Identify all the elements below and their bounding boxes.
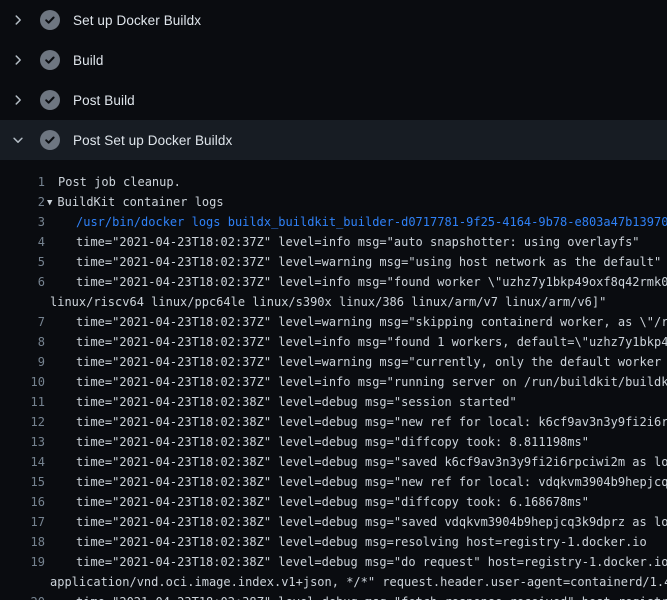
line-number[interactable]: 5 — [0, 252, 45, 272]
step-header-post-set-up-docker-buildx[interactable]: Post Set up Docker Buildx — [0, 120, 667, 160]
log-line-continuation: application/vnd.oci.image.index.v1+json,… — [0, 572, 667, 592]
step-label: Build — [73, 53, 104, 68]
log-line: 11 time="2021-04-23T18:02:38Z" level=debu… — [0, 392, 667, 412]
log-text: time="2021-04-23T18:02:38Z" level=debug … — [76, 592, 667, 600]
log-line: 14 time="2021-04-23T18:02:38Z" level=debu… — [0, 452, 667, 472]
log-text: time="2021-04-23T18:02:37Z" level=info m… — [76, 372, 667, 392]
chevron-right-icon — [10, 52, 26, 68]
line-number[interactable]: 4 — [0, 232, 45, 252]
log-line: 13 time="2021-04-23T18:02:38Z" level=debu… — [0, 432, 667, 452]
log-line: 4 time="2021-04-23T18:02:37Z" level=info … — [0, 232, 667, 252]
line-number[interactable]: 18 — [0, 532, 45, 552]
line-number[interactable]: 17 — [0, 512, 45, 532]
log-line: 2▼BuildKit container logs — [0, 192, 667, 212]
log-line: 12 time="2021-04-23T18:02:38Z" level=debu… — [0, 412, 667, 432]
step-header-set-up-docker-buildx[interactable]: Set up Docker Buildx — [0, 0, 667, 40]
line-number[interactable]: 16 — [0, 492, 45, 512]
step-label: Set up Docker Buildx — [73, 13, 201, 28]
log-line: 1 Post job cleanup. — [0, 172, 667, 192]
log-text: Post job cleanup. — [58, 172, 181, 192]
log-text: time="2021-04-23T18:02:38Z" level=debug … — [76, 412, 667, 432]
check-circle-icon — [40, 90, 60, 110]
line-number — [0, 292, 45, 312]
log-line: 9 time="2021-04-23T18:02:37Z" level=warni… — [0, 352, 667, 372]
line-number[interactable]: 10 — [0, 372, 45, 392]
log-line: 15 time="2021-04-23T18:02:38Z" level=debu… — [0, 472, 667, 492]
line-number[interactable]: 14 — [0, 452, 45, 472]
line-number[interactable]: 2 — [0, 192, 45, 212]
log-line: 8 time="2021-04-23T18:02:37Z" level=info … — [0, 332, 667, 352]
chevron-right-icon — [10, 12, 26, 28]
group-toggle-icon[interactable]: ▼ — [47, 193, 52, 213]
log-text: linux/riscv64 linux/ppc64le linux/s390x … — [50, 292, 606, 312]
check-circle-icon — [40, 130, 60, 150]
log-text: time="2021-04-23T18:02:37Z" level=info m… — [76, 272, 667, 292]
log-line: 3/usr/bin/docker logs buildx_buildkit_bu… — [0, 212, 667, 232]
step-header-build[interactable]: Build — [0, 40, 667, 80]
log-text: time="2021-04-23T18:02:37Z" level=warnin… — [76, 352, 667, 372]
log-line-continuation: linux/riscv64 linux/ppc64le linux/s390x … — [0, 292, 667, 312]
log-line: 7 time="2021-04-23T18:02:37Z" level=warni… — [0, 312, 667, 332]
log-line: 17 time="2021-04-23T18:02:38Z" level=debu… — [0, 512, 667, 532]
line-number[interactable]: 11 — [0, 392, 45, 412]
log-text: time="2021-04-23T18:02:38Z" level=debug … — [76, 512, 667, 532]
log-text: time="2021-04-23T18:02:38Z" level=debug … — [76, 552, 667, 572]
log-text: time="2021-04-23T18:02:37Z" level=warnin… — [76, 252, 661, 272]
log-area: 1Post job cleanup.2▼BuildKit container l… — [0, 160, 667, 600]
line-number[interactable]: 12 — [0, 412, 45, 432]
log-text: time="2021-04-23T18:02:38Z" level=debug … — [76, 532, 647, 552]
line-number[interactable]: 19 — [0, 552, 45, 572]
actions-log-viewer: Set up Docker Buildx Build Post Build Post … — [0, 0, 667, 600]
line-number — [0, 572, 45, 592]
log-text: time="2021-04-23T18:02:38Z" level=debug … — [76, 392, 517, 412]
log-line: 10 time="2021-04-23T18:02:37Z" level=info… — [0, 372, 667, 392]
log-text[interactable]: ▼BuildKit container logs — [47, 192, 224, 212]
line-number[interactable]: 8 — [0, 332, 45, 352]
line-number[interactable]: 3 — [0, 212, 45, 232]
log-text: time="2021-04-23T18:02:38Z" level=debug … — [76, 492, 589, 512]
log-line: 20 time="2021-04-23T18:02:38Z" level=debu… — [0, 592, 667, 600]
chevron-right-icon — [10, 92, 26, 108]
log-text: time="2021-04-23T18:02:37Z" level=warnin… — [76, 312, 667, 332]
log-text: time="2021-04-23T18:02:38Z" level=debug … — [76, 432, 589, 452]
line-number[interactable]: 1 — [0, 172, 45, 192]
log-line: 19 time="2021-04-23T18:02:38Z" level=debu… — [0, 552, 667, 572]
line-number[interactable]: 7 — [0, 312, 45, 332]
log-line: 6 time="2021-04-23T18:02:37Z" level=info … — [0, 272, 667, 292]
log-text: application/vnd.oci.image.index.v1+json,… — [50, 572, 667, 592]
line-number[interactable]: 15 — [0, 472, 45, 492]
log-text: time="2021-04-23T18:02:37Z" level=info m… — [76, 232, 640, 252]
line-number[interactable]: 6 — [0, 272, 45, 292]
log-text: time="2021-04-23T18:02:38Z" level=debug … — [76, 452, 667, 472]
steps-list: Set up Docker Buildx Build Post Build Post … — [0, 0, 667, 160]
log-text: time="2021-04-23T18:02:38Z" level=debug … — [76, 472, 667, 492]
step-header-post-build[interactable]: Post Build — [0, 80, 667, 120]
step-label: Post Build — [73, 93, 135, 108]
log-line: 5 time="2021-04-23T18:02:37Z" level=warni… — [0, 252, 667, 272]
line-number[interactable]: 20 — [0, 592, 45, 600]
chevron-down-icon — [10, 132, 26, 148]
step-label: Post Set up Docker Buildx — [73, 133, 232, 148]
log-line: 16 time="2021-04-23T18:02:38Z" level=debu… — [0, 492, 667, 512]
line-number[interactable]: 13 — [0, 432, 45, 452]
log-command-text: /usr/bin/docker logs buildx_buildkit_bui… — [76, 212, 667, 232]
log-text: time="2021-04-23T18:02:37Z" level=info m… — [76, 332, 667, 352]
check-circle-icon — [40, 50, 60, 70]
line-number[interactable]: 9 — [0, 352, 45, 372]
check-circle-icon — [40, 10, 60, 30]
log-line: 18 time="2021-04-23T18:02:38Z" level=debu… — [0, 532, 667, 552]
